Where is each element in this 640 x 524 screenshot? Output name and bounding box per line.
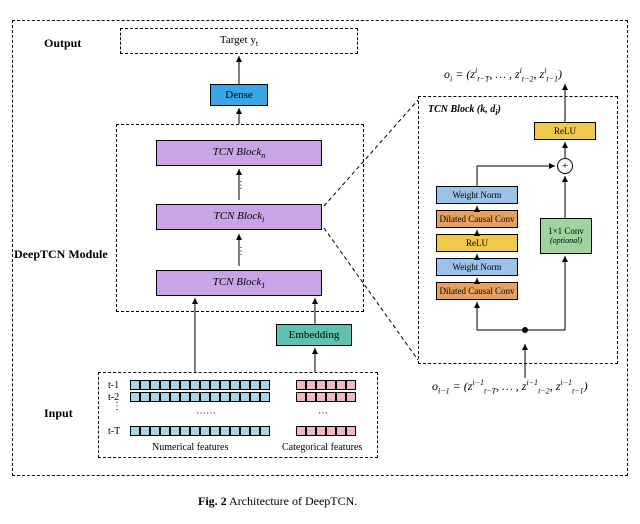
expand-line-top (324, 100, 418, 206)
arrow-wn2-to-plus (477, 166, 555, 186)
ellipsis-vert-bot: ⋮ (236, 246, 246, 257)
ellipsis-vert-top: ⋮ (236, 180, 246, 191)
arrow-split-to-dcc1 (477, 302, 525, 330)
expand-line-bot (324, 228, 418, 360)
arrows-svg: ⋮ ⋮ (0, 0, 640, 524)
arrow-split-to-conv1 (525, 256, 565, 330)
